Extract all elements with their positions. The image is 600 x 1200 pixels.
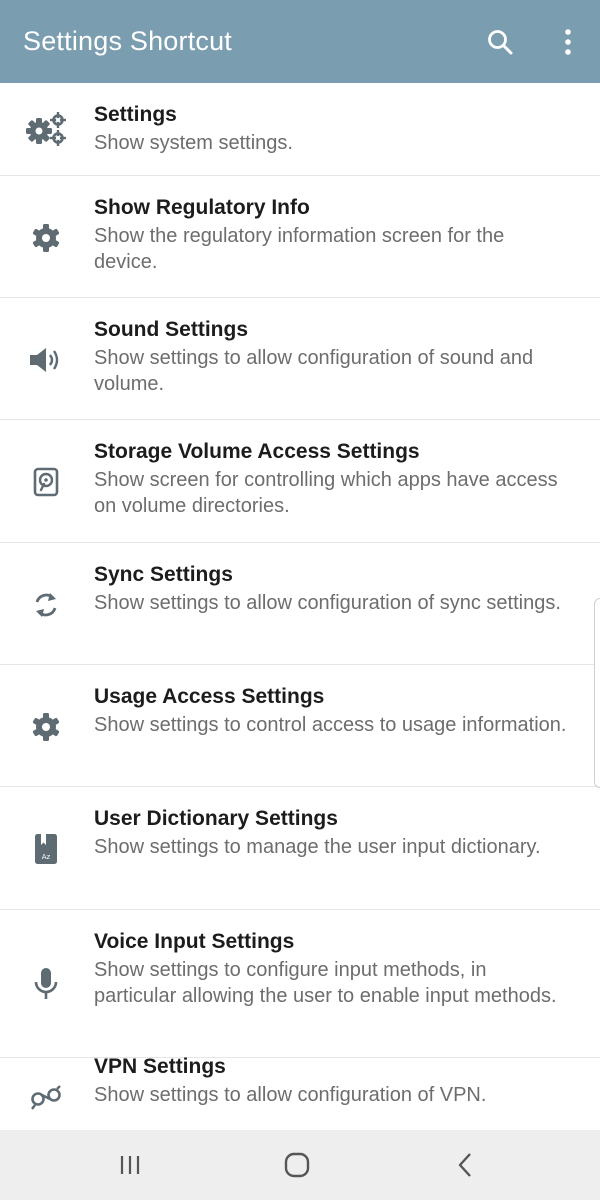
item-title: Storage Volume Access Settings: [94, 440, 420, 463]
more-options-button[interactable]: [548, 22, 588, 62]
item-title: User Dictionary Settings: [94, 807, 338, 830]
list-item[interactable]: VPN Settings Show settings to allow conf…: [0, 1055, 600, 1130]
item-title: Voice Input Settings: [94, 930, 295, 953]
item-description: Show settings to manage the user input d…: [94, 836, 541, 858]
list-item[interactable]: Settings Show system settings.: [0, 83, 600, 176]
list-item[interactable]: Sync Settings Show settings to allow con…: [0, 543, 600, 665]
more-vert-icon: [565, 28, 571, 55]
sync-icon: [22, 581, 70, 629]
back-icon: [458, 1153, 471, 1177]
item-description: Show the regulatory information screen f…: [94, 225, 505, 273]
gear-icon: [22, 214, 70, 262]
item-description: Show settings to allow configuration of …: [94, 347, 534, 395]
item-description: Show settings to control access to usage…: [94, 714, 567, 736]
item-title: Sync Settings: [94, 563, 233, 586]
item-title: Settings: [94, 103, 177, 126]
gear-icon: [22, 703, 70, 751]
home-icon: [284, 1152, 310, 1178]
recent-apps-button[interactable]: [100, 1145, 160, 1185]
item-title: Show Regulatory Info: [94, 196, 310, 219]
item-title: VPN Settings: [94, 1055, 226, 1078]
back-button[interactable]: [435, 1145, 495, 1185]
microphone-icon: [22, 960, 70, 1008]
item-title: Sound Settings: [94, 318, 248, 341]
list-item[interactable]: Az User Dictionary Settings Show setting…: [0, 787, 600, 910]
list-item[interactable]: Voice Input Settings Show settings to co…: [0, 910, 600, 1058]
list-item[interactable]: Storage Volume Access Settings Show scre…: [0, 420, 600, 543]
list-item[interactable]: Show Regulatory Info Show the regulatory…: [0, 176, 600, 298]
item-title: Usage Access Settings: [94, 685, 325, 708]
home-button[interactable]: [267, 1145, 327, 1185]
page-title: Settings Shortcut: [23, 26, 233, 56]
app-bar: Settings Shortcut: [0, 0, 600, 83]
system-nav-bar: [0, 1130, 600, 1200]
item-description: Show settings to allow configuration of …: [94, 1084, 487, 1106]
list-item[interactable]: Usage Access Settings Show settings to c…: [0, 665, 600, 787]
recent-apps-icon: [120, 1156, 140, 1174]
speaker-icon: [22, 336, 70, 384]
gears-icon: [22, 105, 70, 153]
item-description: Show settings to allow configuration of …: [94, 592, 561, 614]
item-description: Show screen for controlling which apps h…: [94, 469, 558, 517]
vpn-key-icon: [22, 1074, 70, 1122]
item-description: Show system settings.: [94, 132, 293, 154]
settings-list: Settings Show system settings. Show Regu…: [0, 83, 600, 1130]
item-description: Show settings to configure input methods…: [94, 959, 557, 1007]
search-button[interactable]: [480, 22, 520, 62]
storage-icon: [22, 458, 70, 506]
search-icon: [488, 29, 513, 54]
dictionary-icon: Az: [22, 825, 70, 873]
scrollbar[interactable]: [594, 598, 600, 788]
svg-text:Az: Az: [42, 853, 51, 861]
list-item[interactable]: Sound Settings Show settings to allow co…: [0, 298, 600, 420]
